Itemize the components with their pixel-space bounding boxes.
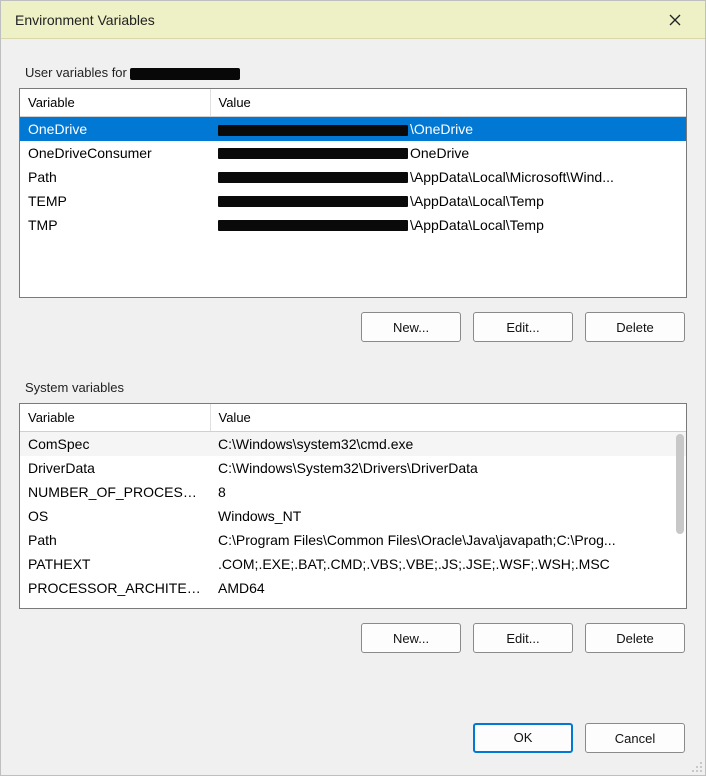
- resize-grip-icon[interactable]: [689, 759, 703, 773]
- col-header-variable[interactable]: Variable: [20, 89, 210, 117]
- user-variables-table-box: Variable Value OneDrive\OneDriveOneDrive…: [19, 88, 687, 298]
- value-suffix: OneDrive: [410, 145, 469, 161]
- redacted-value-prefix: [218, 125, 408, 136]
- table-row[interactable]: OSWindows_NT: [20, 504, 686, 528]
- cell-variable: ComSpec: [20, 432, 210, 456]
- user-edit-button[interactable]: Edit...: [473, 312, 573, 342]
- redacted-value-prefix: [218, 148, 408, 159]
- cell-variable: Path: [20, 165, 210, 189]
- user-variables-group: User variables for Variable Value OneDri…: [19, 47, 687, 350]
- cell-variable: OneDrive: [20, 117, 210, 141]
- col-header-value[interactable]: Value: [210, 89, 686, 117]
- user-variables-table[interactable]: Variable Value OneDrive\OneDriveOneDrive…: [20, 89, 686, 237]
- system-edit-button[interactable]: Edit...: [473, 623, 573, 653]
- cell-value: \AppData\Local\Microsoft\Wind...: [210, 165, 686, 189]
- cell-value: C:\Windows\system32\cmd.exe: [210, 432, 686, 456]
- user-delete-button[interactable]: Delete: [585, 312, 685, 342]
- cell-variable: OS: [20, 504, 210, 528]
- table-row[interactable]: OneDrive \OneDrive: [20, 117, 686, 141]
- table-row[interactable]: PathC:\Program Files\Common Files\Oracle…: [20, 528, 686, 552]
- cell-variable: Path: [20, 528, 210, 552]
- redacted-value-prefix: [218, 196, 408, 207]
- system-scrollbar[interactable]: [676, 434, 684, 534]
- cancel-button[interactable]: Cancel: [585, 723, 685, 753]
- cell-value: C:\Windows\System32\Drivers\DriverData: [210, 456, 686, 480]
- cell-value: Windows_NT: [210, 504, 686, 528]
- cell-value: C:\Program Files\Common Files\Oracle\Jav…: [210, 528, 686, 552]
- cell-variable: PROCESSOR_ARCHITECTU...: [20, 576, 210, 600]
- value-suffix: \AppData\Local\Temp: [410, 193, 544, 209]
- cell-variable: OneDriveConsumer: [20, 141, 210, 165]
- system-delete-button[interactable]: Delete: [585, 623, 685, 653]
- cell-value: .COM;.EXE;.BAT;.CMD;.VBS;.VBE;.JS;.JSE;.…: [210, 552, 686, 576]
- system-variables-label: System variables: [19, 362, 687, 403]
- cell-value: \AppData\Local\Temp: [210, 213, 686, 237]
- titlebar: Environment Variables: [1, 1, 705, 39]
- cell-value: AMD64: [210, 576, 686, 600]
- cell-variable: PATHEXT: [20, 552, 210, 576]
- redacted-value-prefix: [218, 220, 408, 231]
- cell-variable: TMP: [20, 213, 210, 237]
- table-row[interactable]: PATHEXT.COM;.EXE;.BAT;.CMD;.VBS;.VBE;.JS…: [20, 552, 686, 576]
- dialog-title: Environment Variables: [15, 12, 655, 28]
- system-new-button[interactable]: New...: [361, 623, 461, 653]
- close-button[interactable]: [655, 4, 695, 36]
- cell-variable: TEMP: [20, 189, 210, 213]
- table-row[interactable]: TEMP \AppData\Local\Temp: [20, 189, 686, 213]
- redacted-value-prefix: [218, 172, 408, 183]
- cell-value: 8: [210, 480, 686, 504]
- user-button-row: New... Edit... Delete: [19, 298, 687, 350]
- table-row[interactable]: NUMBER_OF_PROCESSORS8: [20, 480, 686, 504]
- user-variables-label: User variables for: [19, 47, 687, 88]
- system-variables-group: System variables Variable Value ComSpecC…: [19, 362, 687, 661]
- user-new-button[interactable]: New...: [361, 312, 461, 342]
- cell-variable: NUMBER_OF_PROCESSORS: [20, 480, 210, 504]
- table-row[interactable]: Path \AppData\Local\Microsoft\Wind...: [20, 165, 686, 189]
- redacted-username: [130, 68, 240, 80]
- value-suffix: \OneDrive: [410, 121, 473, 137]
- close-icon: [669, 14, 681, 26]
- ok-button[interactable]: OK: [473, 723, 573, 753]
- cell-variable: DriverData: [20, 456, 210, 480]
- table-row[interactable]: ComSpecC:\Windows\system32\cmd.exe: [20, 432, 686, 456]
- cell-value: \OneDrive: [210, 117, 686, 141]
- table-row[interactable]: PROCESSOR_ARCHITECTU...AMD64: [20, 576, 686, 600]
- dialog-content: User variables for Variable Value OneDri…: [1, 39, 705, 775]
- col-header-variable[interactable]: Variable: [20, 404, 210, 432]
- system-variables-table[interactable]: Variable Value ComSpecC:\Windows\system3…: [20, 404, 686, 600]
- value-suffix: \AppData\Local\Temp: [410, 217, 544, 233]
- value-suffix: \AppData\Local\Microsoft\Wind...: [410, 169, 614, 185]
- cell-value: OneDrive: [210, 141, 686, 165]
- table-row[interactable]: TMP \AppData\Local\Temp: [20, 213, 686, 237]
- env-vars-dialog: Environment Variables User variables for…: [0, 0, 706, 776]
- col-header-value[interactable]: Value: [210, 404, 686, 432]
- system-variables-table-box: Variable Value ComSpecC:\Windows\system3…: [19, 403, 687, 609]
- dialog-button-row: OK Cancel: [19, 701, 687, 759]
- table-row[interactable]: DriverDataC:\Windows\System32\Drivers\Dr…: [20, 456, 686, 480]
- user-label-prefix: User variables for: [25, 65, 130, 80]
- system-button-row: New... Edit... Delete: [19, 609, 687, 661]
- cell-value: \AppData\Local\Temp: [210, 189, 686, 213]
- table-row[interactable]: OneDriveConsumer OneDrive: [20, 141, 686, 165]
